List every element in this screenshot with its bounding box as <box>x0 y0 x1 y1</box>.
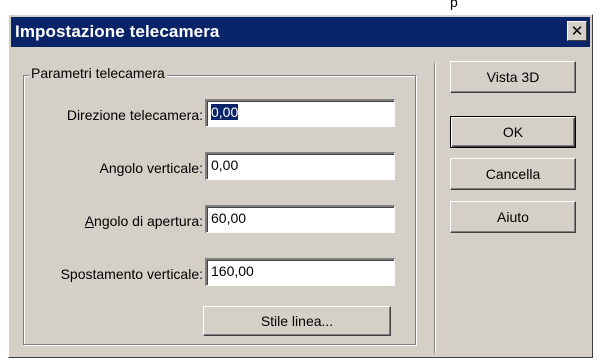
group-legend: Parametri telecamera <box>29 65 167 81</box>
vertical-angle-label: Angolo verticale: <box>99 160 203 176</box>
line-style-button[interactable]: Stile linea... <box>203 306 391 336</box>
direction-label-clip: Direzione telecamera: <box>17 105 203 127</box>
aperture-angle-value: 60,00 <box>211 210 247 226</box>
vertical-shift-label-clip: Spostamento verticale: <box>17 264 203 286</box>
close-icon: ✕ <box>570 22 584 40</box>
vertical-shift-value: 160,00 <box>211 263 254 279</box>
close-button[interactable]: ✕ <box>567 21 587 41</box>
ok-button[interactable]: OK <box>450 116 576 148</box>
aperture-angle-input[interactable]: 60,00 <box>205 205 395 233</box>
aperture-angle-label-rest: ngolo di apertura: <box>94 213 203 229</box>
direction-label: Direzione telecamera: <box>66 107 203 123</box>
aperture-angle-label-clip: Angolo di apertura: <box>17 211 203 233</box>
background-text-fragment: p <box>450 0 458 10</box>
camera-settings-dialog: Impostazione telecamera ✕ Parametri tele… <box>8 14 593 358</box>
vertical-shift-input[interactable]: 160,00 <box>205 258 395 286</box>
help-button[interactable]: Aiuto <box>450 201 576 233</box>
aperture-angle-mnemonic: A <box>84 213 95 229</box>
vertical-angle-label-clip: Angolo verticale: <box>17 158 203 180</box>
background-area: p <box>0 0 597 14</box>
title-bar[interactable]: Impostazione telecamera ✕ <box>11 17 590 47</box>
aperture-angle-label: Angolo di apertura: <box>85 213 203 229</box>
vertical-shift-label: Spostamento verticale: <box>60 266 203 282</box>
cancel-button[interactable]: Cancella <box>450 158 576 190</box>
dialog-title: Impostazione telecamera <box>15 22 220 41</box>
vertical-separator <box>434 63 436 353</box>
direction-input[interactable]: 0,00 <box>205 99 395 127</box>
vertical-angle-input[interactable]: 0,00 <box>205 152 395 180</box>
vertical-angle-value: 0,00 <box>211 157 239 173</box>
view-3d-button[interactable]: Vista 3D <box>450 61 576 93</box>
direction-value: 0,00 <box>211 104 239 120</box>
